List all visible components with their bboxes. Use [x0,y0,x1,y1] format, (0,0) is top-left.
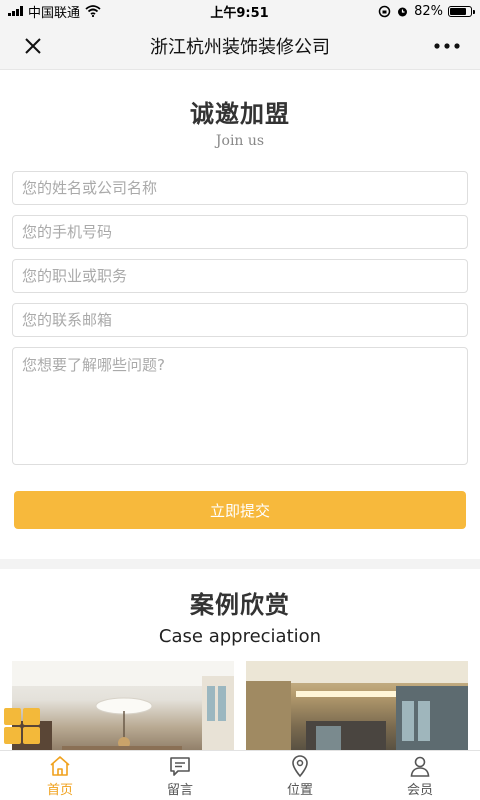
tab-bar: 首页 留言 位置 会员 [0,750,480,800]
alarm-icon [398,7,408,16]
close-icon[interactable] [18,31,48,61]
user-icon [410,756,430,777]
status-right: 82% [378,3,475,19]
battery-fill [449,7,467,15]
case-image[interactable] [12,661,234,750]
email-input[interactable] [12,303,468,337]
page-content: 诚邀加盟 Join us 立即提交 案例欣赏 Case appreciation [0,70,480,750]
signal-icon [8,6,23,16]
message-icon [170,756,190,776]
location-icon [292,754,308,777]
status-bar: 中国联通 上午9:51 82% [0,0,480,22]
case-image[interactable] [246,661,468,750]
section-divider [0,559,480,569]
case-grid [12,661,468,750]
tab-label: 会员 [406,782,433,798]
join-title: 诚邀加盟 [190,100,290,128]
battery-percent: 82% [414,3,443,19]
case-image-room [246,661,468,750]
carrier-name: 中国联通 [28,5,81,21]
case-title: 案例欣赏 [190,591,290,619]
status-time: 上午9:51 [210,5,269,21]
page-title: 浙江杭州装饰装修公司 [150,36,330,58]
case-image-interior [12,661,234,750]
nav-bar: 浙江杭州装饰装修公司 [0,22,480,70]
case-section: 案例欣赏 Case appreciation [0,569,480,750]
submit-button[interactable]: 立即提交 [14,491,466,529]
name-input[interactable] [12,171,468,205]
tab-label: 首页 [46,782,73,798]
join-section: 诚邀加盟 Join us 立即提交 [0,70,480,559]
floating-menu-icon[interactable] [4,708,40,744]
tab-home[interactable]: 首页 [0,751,120,800]
more-icon[interactable] [432,31,462,61]
battery-icon [447,5,475,17]
home-icon [50,755,70,776]
status-left: 中国联通 [8,2,101,21]
tab-member[interactable]: 会员 [360,751,480,800]
tab-message[interactable]: 留言 [120,751,240,800]
wifi-icon [85,5,101,17]
question-textarea[interactable] [12,347,468,465]
tab-label: 留言 [166,782,193,798]
job-input[interactable] [12,259,468,293]
case-subtitle: Case appreciation [158,626,322,647]
tab-location[interactable]: 位置 [240,751,360,800]
rotation-lock-icon [378,5,391,17]
tab-label: 位置 [286,782,313,798]
phone-input[interactable] [12,215,468,249]
join-subtitle: Join us [215,133,265,149]
